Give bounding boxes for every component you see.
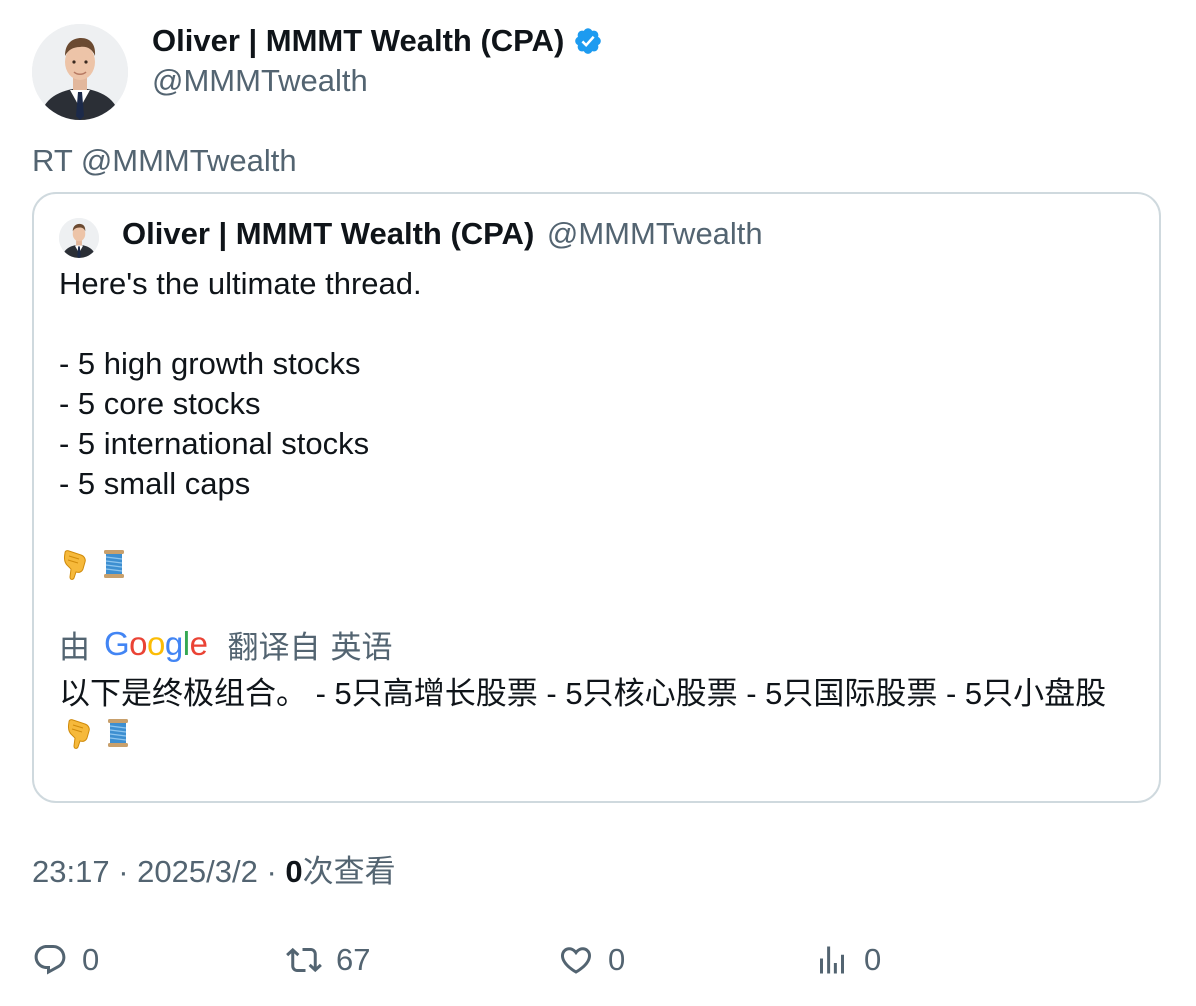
quoted-author-avatar[interactable] — [59, 218, 99, 258]
like-count: 0 — [608, 942, 626, 977]
like-button[interactable]: 0 — [558, 940, 625, 980]
quoted-tweet-body: Here's the ultimate thread. - 5 high gro… — [59, 264, 1139, 584]
reply-button[interactable]: 0 — [32, 940, 99, 980]
translated-from-label: 翻译自 — [227, 629, 321, 665]
separator: · — [266, 854, 277, 889]
retweet-button[interactable]: 67 — [286, 940, 370, 980]
author-name-text[interactable]: Oliver | MMMT Wealth (CPA) — [152, 22, 564, 60]
quoted-author-handle[interactable]: @MMMTwealth — [547, 216, 763, 251]
translated-tweet-text: 以下是终极组合。 - 5只高增长股票 - 5只核心股票 - 5只国际股票 - 5… — [59, 674, 1129, 754]
tweet-meta: 23:17 · 2025/3/2 · 0次查看 — [32, 853, 396, 891]
google-logo: Google — [104, 625, 208, 662]
backhand-index-pointing-down-icon — [59, 547, 93, 581]
retweet-icon — [286, 947, 322, 973]
quoted-tweet-card[interactable]: Oliver | MMMT Wealth (CPA) @MMMTwealth H… — [32, 192, 1161, 803]
quoted-tweet-line: - 5 international stocks — [59, 426, 370, 461]
translated-by-label: 由 — [59, 629, 90, 665]
quoted-tweet-line: - 5 small caps — [59, 466, 251, 501]
source-language: 英语 — [330, 629, 393, 665]
spool-of-thread-icon — [101, 716, 135, 750]
views-count: 0 — [285, 854, 303, 889]
author-handle[interactable]: @MMMTwealth — [152, 62, 368, 100]
quoted-author-name[interactable]: Oliver | MMMT Wealth (CPA) — [122, 216, 534, 251]
avatar-photo — [59, 218, 99, 258]
analytics-icon — [820, 946, 844, 974]
quoted-tweet-line: - 5 high growth stocks — [59, 346, 361, 381]
author-name[interactable]: Oliver | MMMT Wealth (CPA) — [152, 22, 603, 60]
separator: · — [118, 854, 129, 889]
views-button[interactable]: 0 — [814, 940, 881, 980]
views-label: 次查看 — [302, 854, 396, 889]
verified-badge-icon — [573, 26, 603, 56]
reply-icon — [34, 945, 66, 975]
avatar-photo — [32, 24, 128, 120]
tweet-text: RT @MMMTwealth — [32, 143, 297, 178]
emoji-row — [59, 544, 1139, 584]
spool-of-thread-icon — [97, 547, 131, 581]
views-action-count: 0 — [864, 942, 882, 977]
heart-icon — [560, 947, 592, 974]
reply-count: 0 — [82, 942, 100, 977]
translation-attribution: 由 Google 翻译自 英语 — [59, 624, 393, 665]
author-avatar[interactable] — [32, 24, 128, 120]
translated-text: 以下是终极组合。 - 5只高增长股票 - 5只核心股票 - 5只国际股票 - 5… — [59, 676, 1107, 711]
tweet-time[interactable]: 23:17 — [32, 854, 110, 889]
quoted-tweet-line: - 5 core stocks — [59, 386, 261, 421]
backhand-index-pointing-down-icon — [63, 716, 97, 750]
quoted-tweet-line: Here's the ultimate thread. — [59, 266, 422, 301]
retweet-count: 67 — [336, 942, 371, 977]
tweet-date[interactable]: 2025/3/2 — [137, 854, 258, 889]
quoted-tweet-header: Oliver | MMMT Wealth (CPA) @MMMTwealth — [122, 214, 763, 254]
